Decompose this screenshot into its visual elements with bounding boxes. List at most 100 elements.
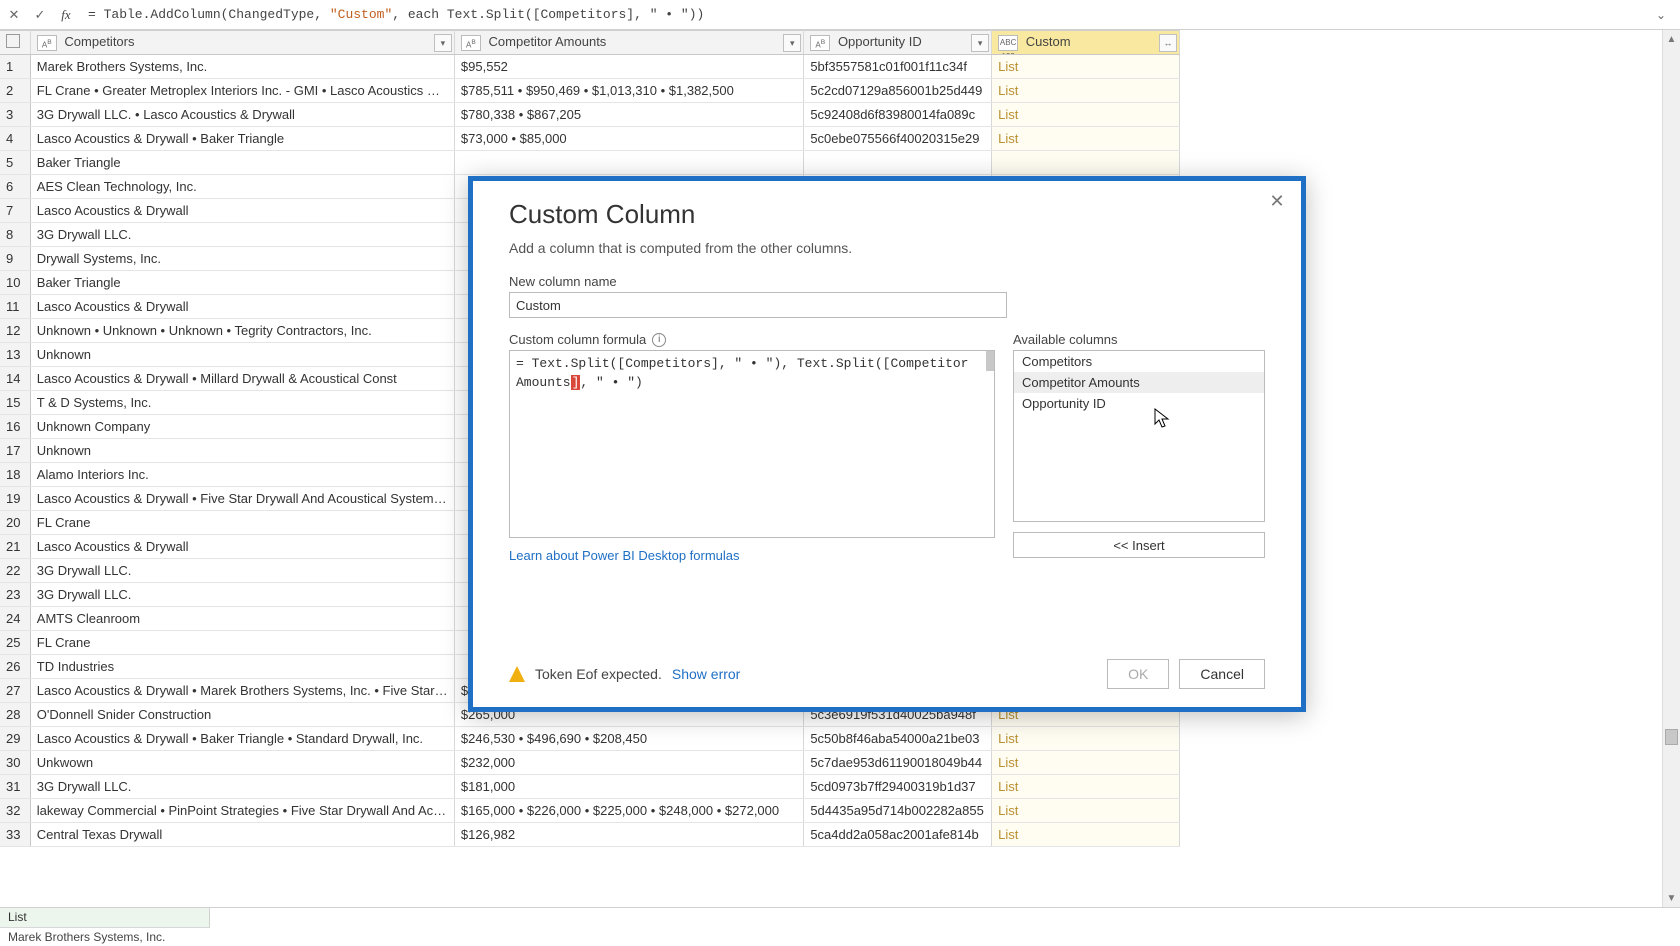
vertical-scrollbar[interactable]: ▲ ▼	[1662, 30, 1680, 907]
row-number[interactable]: 27	[0, 679, 30, 703]
table-row[interactable]: 29Lasco Acoustics & Drywall • Baker Tria…	[0, 727, 1180, 751]
row-number[interactable]: 16	[0, 415, 30, 439]
row-number[interactable]: 19	[0, 487, 30, 511]
cell-opportunity-id[interactable]: 5c50b8f46aba54000a21be03	[804, 727, 992, 751]
cell-competitors[interactable]: Drywall Systems, Inc.	[30, 247, 454, 271]
row-number[interactable]: 8	[0, 223, 30, 247]
row-number[interactable]: 10	[0, 271, 30, 295]
formula-editor[interactable]: = Text.Split([Competitors], " • "), Text…	[509, 350, 995, 538]
cell-competitors[interactable]: Marek Brothers Systems, Inc.	[30, 55, 454, 79]
cell-competitors[interactable]: 3G Drywall LLC.	[30, 559, 454, 583]
new-column-name-input[interactable]	[509, 292, 1007, 318]
cell-amounts[interactable]: $95,552	[454, 55, 803, 79]
scroll-up-icon[interactable]: ▲	[1663, 30, 1680, 48]
row-number[interactable]: 9	[0, 247, 30, 271]
cell-competitors[interactable]: 3G Drywall LLC.	[30, 223, 454, 247]
row-number[interactable]: 6	[0, 175, 30, 199]
row-number[interactable]: 17	[0, 439, 30, 463]
scroll-thumb[interactable]	[1665, 729, 1678, 745]
row-number[interactable]: 21	[0, 535, 30, 559]
learn-formulas-link[interactable]: Learn about Power BI Desktop formulas	[509, 548, 740, 563]
cell-competitors[interactable]: Lasco Acoustics & Drywall • Marek Brothe…	[30, 679, 454, 703]
cell-competitors[interactable]: Lasco Acoustics & Drywall	[30, 295, 454, 319]
cell-competitors[interactable]: AES Clean Technology, Inc.	[30, 175, 454, 199]
cell-competitors[interactable]: Baker Triangle	[30, 271, 454, 295]
table-row[interactable]: 313G Drywall LLC.$181,0005cd0973b7ff2940…	[0, 775, 1180, 799]
cell-competitors[interactable]: Central Texas Drywall	[30, 823, 454, 847]
row-number[interactable]: 1	[0, 55, 30, 79]
table-row[interactable]: 32lakeway Commercial • PinPoint Strategi…	[0, 799, 1180, 823]
cell-custom[interactable]: List	[992, 751, 1180, 775]
cell-competitors[interactable]: O'Donnell Snider Construction	[30, 703, 454, 727]
cell-opportunity-id[interactable]: 5cd0973b7ff29400319b1d37	[804, 775, 992, 799]
row-number[interactable]: 11	[0, 295, 30, 319]
cell-custom[interactable]: List	[992, 79, 1180, 103]
table-row[interactable]: 33Central Texas Drywall$126,9825ca4dd2a0…	[0, 823, 1180, 847]
cell-custom[interactable]: List	[992, 103, 1180, 127]
table-corner[interactable]	[0, 31, 30, 55]
column-expand-icon[interactable]: ↔	[1159, 34, 1177, 52]
column-dropdown-icon[interactable]: ▾	[783, 34, 801, 52]
column-header-competitors[interactable]: AB Competitors ▾	[30, 31, 454, 55]
cell-amounts[interactable]: $246,530 • $496,690 • $208,450	[454, 727, 803, 751]
cell-competitors[interactable]: T & D Systems, Inc.	[30, 391, 454, 415]
column-header-competitor-amounts[interactable]: AB Competitor Amounts ▾	[454, 31, 803, 55]
cell-opportunity-id[interactable]: 5c7dae953d61190018049b44	[804, 751, 992, 775]
cell-competitors[interactable]: Lasco Acoustics & Drywall • Baker Triang…	[30, 127, 454, 151]
available-column-opportunity-id[interactable]: Opportunity ID	[1014, 393, 1264, 414]
cell-custom[interactable]	[992, 151, 1180, 175]
table-row[interactable]: 30Unkwown$232,0005c7dae953d61190018049b4…	[0, 751, 1180, 775]
cell-competitors[interactable]: Lasco Acoustics & Drywall • Baker Triang…	[30, 727, 454, 751]
cell-opportunity-id[interactable]: 5d4435a95d714b002282a855	[804, 799, 992, 823]
cell-custom[interactable]: List	[992, 823, 1180, 847]
cell-competitors[interactable]: Lasco Acoustics & Drywall	[30, 535, 454, 559]
row-number[interactable]: 20	[0, 511, 30, 535]
row-number[interactable]: 14	[0, 367, 30, 391]
cell-opportunity-id[interactable]: 5c0ebe075566f40020315e29	[804, 127, 992, 151]
cell-competitors[interactable]: TD Industries	[30, 655, 454, 679]
cell-competitors[interactable]: Unknown	[30, 343, 454, 367]
cell-competitors[interactable]: FL Crane • Greater Metroplex Interiors I…	[30, 79, 454, 103]
cell-competitors[interactable]: Unknown	[30, 439, 454, 463]
cell-amounts[interactable]: $780,338 • $867,205	[454, 103, 803, 127]
column-header-custom[interactable]: ABC123 Custom ↔	[992, 31, 1180, 55]
info-icon[interactable]: i	[652, 333, 666, 347]
cell-opportunity-id[interactable]	[804, 151, 992, 175]
cancel-formula-icon[interactable]: ✕	[4, 5, 24, 25]
row-number[interactable]: 26	[0, 655, 30, 679]
cell-competitors[interactable]: Unknown Company	[30, 415, 454, 439]
row-number[interactable]: 31	[0, 775, 30, 799]
cell-competitors[interactable]: AMTS Cleanroom	[30, 607, 454, 631]
row-number[interactable]: 2	[0, 79, 30, 103]
cell-competitors[interactable]: Alamo Interiors Inc.	[30, 463, 454, 487]
cell-competitors[interactable]: FL Crane	[30, 631, 454, 655]
column-dropdown-icon[interactable]: ▾	[434, 34, 452, 52]
cell-opportunity-id[interactable]: 5bf3557581c01f001f11c34f	[804, 55, 992, 79]
row-number[interactable]: 33	[0, 823, 30, 847]
table-row[interactable]: 4Lasco Acoustics & Drywall • Baker Trian…	[0, 127, 1180, 151]
cell-custom[interactable]: List	[992, 127, 1180, 151]
row-number[interactable]: 4	[0, 127, 30, 151]
table-row[interactable]: 33G Drywall LLC. • Lasco Acoustics & Dry…	[0, 103, 1180, 127]
cell-custom[interactable]: List	[992, 727, 1180, 751]
show-error-link[interactable]: Show error	[672, 666, 740, 682]
cell-amounts[interactable]: $165,000 • $226,000 • $225,000 • $248,00…	[454, 799, 803, 823]
available-columns-list[interactable]: Competitors Competitor Amounts Opportuni…	[1013, 350, 1265, 522]
cell-amounts[interactable]: $73,000 • $85,000	[454, 127, 803, 151]
row-number[interactable]: 5	[0, 151, 30, 175]
row-number[interactable]: 30	[0, 751, 30, 775]
cell-custom[interactable]: List	[992, 775, 1180, 799]
formula-text[interactable]: = Table.AddColumn(ChangedType, "Custom",…	[82, 7, 1650, 22]
cell-competitors[interactable]: FL Crane	[30, 511, 454, 535]
row-number[interactable]: 32	[0, 799, 30, 823]
row-number[interactable]: 29	[0, 727, 30, 751]
cell-amounts[interactable]: $126,982	[454, 823, 803, 847]
table-row[interactable]: 5Baker Triangle	[0, 151, 1180, 175]
row-number[interactable]: 13	[0, 343, 30, 367]
cell-opportunity-id[interactable]: 5c92408d6f83980014fa089c	[804, 103, 992, 127]
cancel-button[interactable]: Cancel	[1179, 659, 1265, 689]
row-number[interactable]: 18	[0, 463, 30, 487]
column-dropdown-icon[interactable]: ▾	[971, 34, 989, 52]
cell-custom[interactable]: List	[992, 799, 1180, 823]
cell-competitors[interactable]: Baker Triangle	[30, 151, 454, 175]
